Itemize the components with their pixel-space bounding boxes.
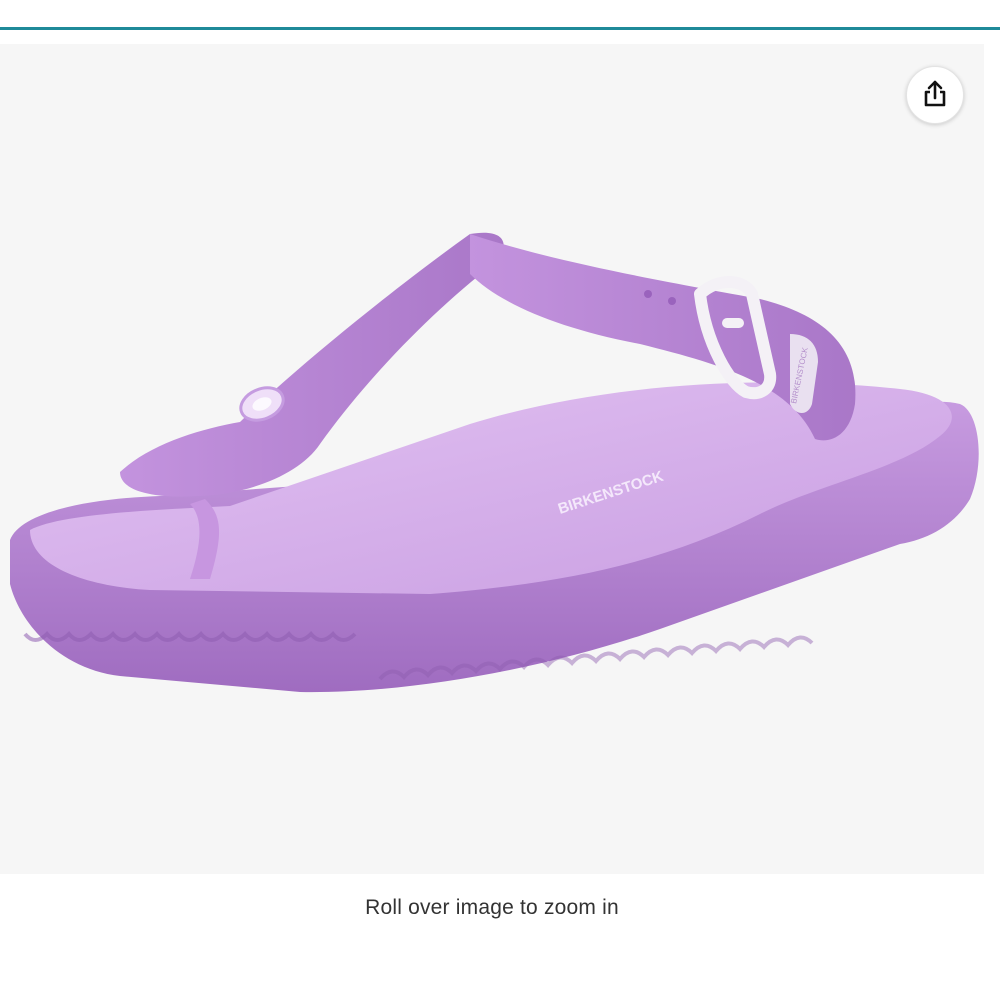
product-image[interactable]: BIRKENSTOCK BIRKENSTOCK (0, 44, 984, 874)
share-button[interactable] (906, 66, 964, 124)
header-divider (0, 27, 1000, 30)
image-panel[interactable]: BIRKENSTOCK BIRKENSTOCK (0, 44, 984, 874)
strap-hole (668, 297, 676, 305)
strap-hole (644, 290, 652, 298)
zoom-hint-text: Roll over image to zoom in (365, 896, 619, 919)
product-image-viewer: BIRKENSTOCK BIRKENSTOCK Roll over image … (0, 0, 1000, 1000)
share-icon (920, 79, 950, 112)
